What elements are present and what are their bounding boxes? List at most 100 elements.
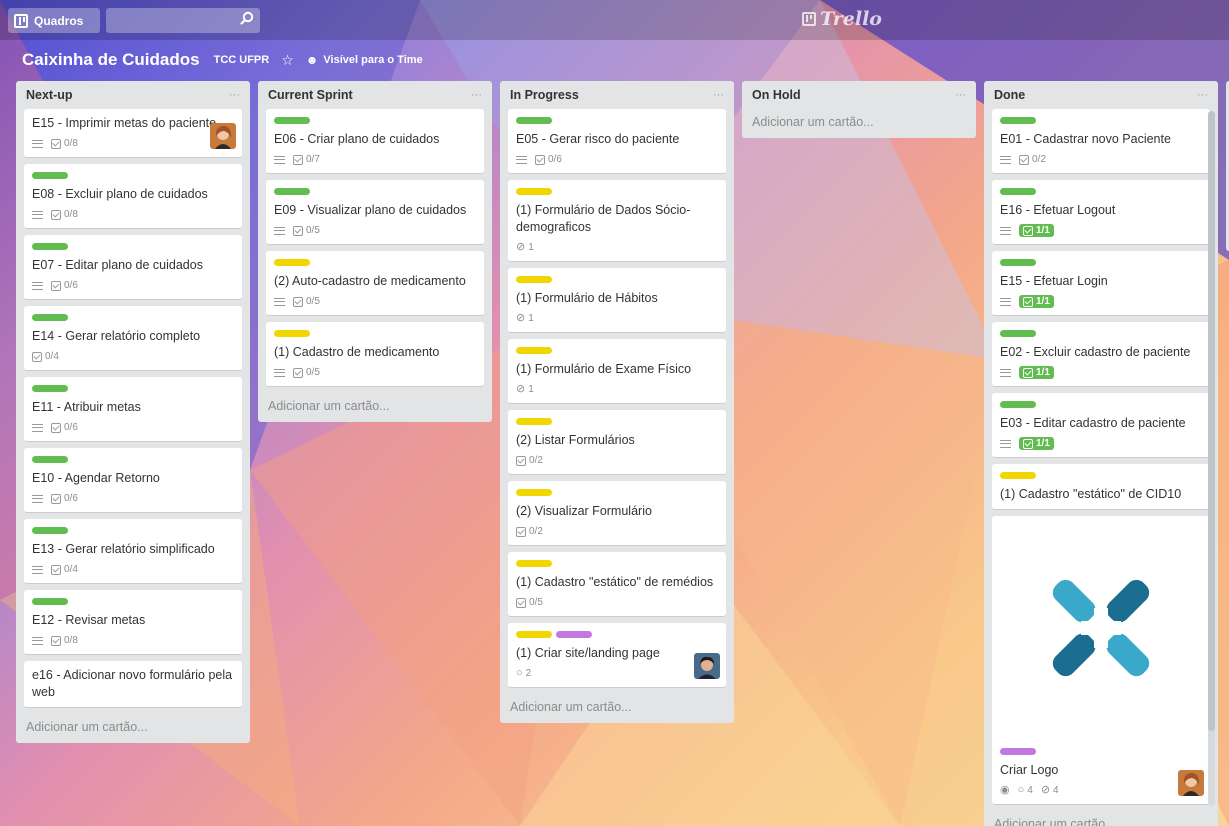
label-yellow[interactable] [1000,472,1036,479]
card[interactable]: E07 - Editar plano de cuidados 0/6 [24,235,242,300]
card[interactable]: (1) Formulário de Hábitos ⊘ 1 [508,268,726,333]
label-purple[interactable] [1000,748,1036,755]
add-card-button[interactable]: Adicionar um cartão... [266,393,484,422]
label-green[interactable] [1000,188,1036,195]
avatar-man[interactable] [694,653,720,679]
card[interactable]: (1) Cadastro de medicamento 0/5 [266,322,484,387]
card[interactable]: E13 - Gerar relatório simplificado 0/4 [24,519,242,584]
card-labels [32,598,234,606]
card[interactable]: E05 - Gerar risco do paciente 0/6 [508,109,726,174]
card-badges: 0/8 [32,207,234,222]
label-green[interactable] [274,117,310,124]
card[interactable]: E11 - Atribuir metas 0/6 [24,377,242,442]
card[interactable]: E06 - Criar plano de cuidados 0/7 [266,109,484,174]
label-green[interactable] [1000,401,1036,408]
board-title[interactable]: Caixinha de Cuidados [22,50,200,70]
checklist-count: 0/2 [529,526,543,537]
list-title[interactable]: Next-up [26,88,73,102]
add-card-button[interactable]: Adicionar um cartão... [750,109,968,138]
label-yellow[interactable] [516,347,552,354]
card[interactable]: (1) Cadastro "estático" de CID10 [992,464,1210,510]
label-green[interactable] [32,598,68,605]
card[interactable]: E12 - Revisar metas 0/8 [24,590,242,655]
label-green[interactable] [516,117,552,124]
label-yellow[interactable] [516,489,552,496]
checklist-badge: 0/5 [293,367,320,378]
label-yellow[interactable] [274,330,310,337]
card[interactable]: (2) Visualizar Formulário 0/2 [508,481,726,546]
checklist-count: 0/2 [1032,154,1046,165]
add-card-button[interactable]: Adicionar um cartão... [508,694,726,723]
list-title[interactable]: Done [994,88,1025,102]
card[interactable]: E14 - Gerar relatório completo 0/4 [24,306,242,371]
label-green[interactable] [32,314,68,321]
avatar-woman[interactable] [1178,770,1204,796]
list-scrollbar[interactable] [1208,111,1215,806]
label-yellow[interactable] [516,560,552,567]
card[interactable]: E08 - Excluir plano de cuidados 0/8 [24,164,242,229]
team-name[interactable]: TCC UFPR [214,54,270,66]
label-yellow[interactable] [516,276,552,283]
card[interactable]: (1) Cadastro "estático" de remédios 0/5 [508,552,726,617]
boards-button[interactable]: Quadros [8,8,100,33]
card[interactable]: E03 - Editar cadastro de paciente 1/1 [992,393,1210,458]
card-labels [32,385,234,393]
card[interactable]: (1) Criar site/landing page ○ 2 [508,623,726,688]
label-green[interactable] [274,188,310,195]
card[interactable]: E15 - Efetuar Login 1/1 [992,251,1210,316]
avatar-woman[interactable] [210,123,236,149]
card[interactable]: (1) Formulário de Exame Físico ⊘ 1 [508,339,726,404]
label-green[interactable] [32,243,68,250]
label-yellow[interactable] [274,259,310,266]
label-green[interactable] [1000,330,1036,337]
add-card-button[interactable]: Adicionar um cartão... [992,811,1210,826]
list-menu-icon[interactable]: ··· [713,89,724,101]
label-yellow[interactable] [516,418,552,425]
card[interactable]: E02 - Excluir cadastro de paciente 1/1 [992,322,1210,387]
card[interactable]: E16 - Efetuar Logout 1/1 [992,180,1210,245]
search-icon[interactable] [240,11,254,25]
description-icon [32,636,43,645]
card[interactable]: E09 - Visualizar plano de cuidados 0/5 [266,180,484,245]
search-input[interactable] [106,8,260,33]
list-header: Next-up ··· [24,81,242,109]
list-title[interactable]: On Hold [752,88,801,102]
card[interactable]: E10 - Agendar Retorno 0/6 [24,448,242,513]
label-green[interactable] [32,385,68,392]
add-card-button[interactable]: Adicionar um cartão... [24,714,242,743]
label-green[interactable] [32,172,68,179]
card[interactable]: (2) Auto-cadastro de medicamento 0/5 [266,251,484,316]
visibility-label[interactable]: Visível para o Time [323,54,422,66]
list-menu-icon[interactable]: ··· [955,89,966,101]
card[interactable]: (2) Listar Formulários 0/2 [508,410,726,475]
card[interactable]: (1) Formulário de Dados Sócio-demografic… [508,180,726,262]
card-title: (1) Formulário de Exame Físico [516,362,692,376]
scrollbar-thumb[interactable] [1208,111,1215,731]
checklist-badge: 0/8 [51,635,78,646]
description-icon [1000,226,1011,235]
card[interactable]: e16 - Adicionar novo formulário pela web [24,661,242,708]
checklist-badge: 0/6 [535,154,562,165]
label-green[interactable] [32,456,68,463]
trello-logo[interactable]: Trello [802,8,882,30]
description-icon [274,155,285,164]
list-menu-icon[interactable]: ··· [229,89,240,101]
label-purple[interactable] [556,631,592,638]
card-labels [32,314,234,322]
star-icon[interactable]: ☆ [281,52,294,69]
card-title: (1) Formulário de Dados Sócio-demografic… [516,203,691,234]
checklist-badge: 0/6 [51,422,78,433]
list-menu-icon[interactable]: ··· [471,89,482,101]
card[interactable]: Criar Logo ◉ ○ 4 ⊘ 4 [992,516,1210,805]
list-menu-icon[interactable]: ··· [1197,89,1208,101]
comments-badge: ○ 2 [516,668,531,680]
label-green[interactable] [32,527,68,534]
card[interactable]: E01 - Cadastrar novo Paciente 0/2 [992,109,1210,174]
list-title[interactable]: In Progress [510,88,579,102]
list-title[interactable]: Current Sprint [268,88,353,102]
label-green[interactable] [1000,259,1036,266]
label-green[interactable] [1000,117,1036,124]
label-yellow[interactable] [516,188,552,195]
label-yellow[interactable] [516,631,552,638]
card[interactable]: E15 - Imprimir metas do paciente 0/8 [24,109,242,158]
